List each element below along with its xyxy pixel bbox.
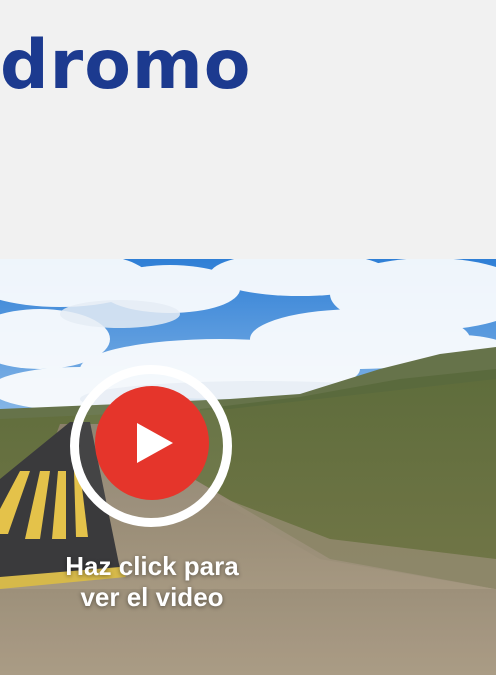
- video-caption-line-1: Haz click para: [65, 551, 239, 581]
- video-caption-line-2: ver el video: [80, 582, 224, 612]
- page-title: dromo: [0, 26, 252, 105]
- play-button[interactable]: [95, 386, 209, 500]
- play-icon: [137, 423, 173, 463]
- video-caption: Haz click para ver el video: [24, 551, 280, 613]
- video-thumbnail[interactable]: Haz click para ver el video: [0, 259, 496, 675]
- page-header: dromo: [0, 0, 496, 259]
